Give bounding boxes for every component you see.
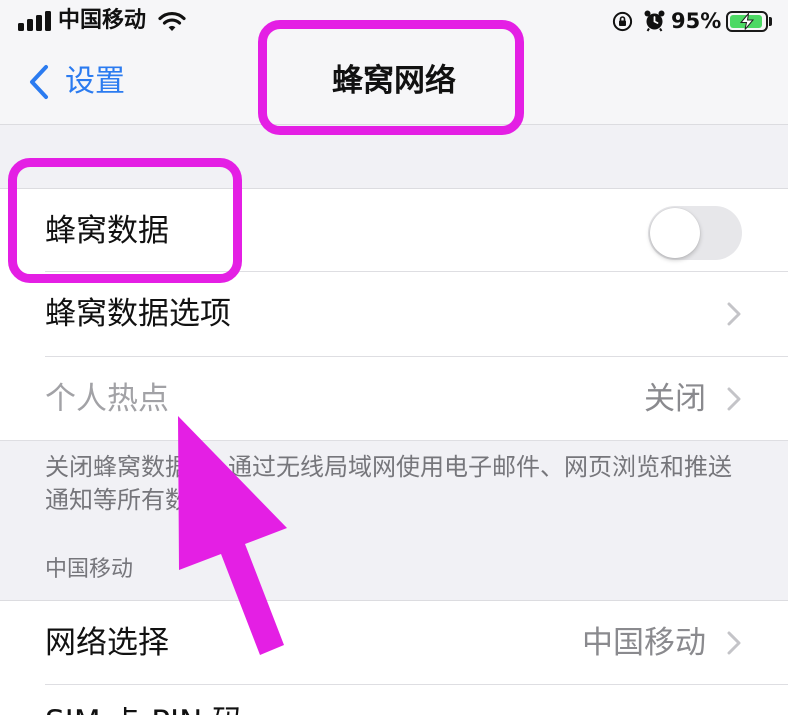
- cellular-signal-icon: [18, 11, 51, 31]
- sim-pin-row[interactable]: SIM 卡 PIN 码: [0, 685, 788, 715]
- chevron-right-icon: [727, 302, 741, 326]
- chevron-right-icon: [727, 387, 741, 411]
- row-value: 关闭: [644, 381, 706, 417]
- back-button-label: 设置: [65, 64, 125, 99]
- row-label: 个人热点: [45, 381, 169, 417]
- toggle-knob: [650, 208, 700, 258]
- wifi-icon: [158, 11, 186, 31]
- group-footer-text: 通知等所有数: [45, 486, 189, 514]
- highlight-box-cellular-data: [8, 158, 242, 283]
- section-header: 中国移动: [45, 557, 134, 582]
- charging-bolt-icon: [739, 13, 755, 30]
- row-label: 网络选择: [45, 625, 169, 661]
- back-button[interactable]: 设置: [28, 62, 125, 102]
- group-footer-text: 通过无线局域网使用电子邮件、网页浏览和推送: [228, 453, 732, 481]
- row-label: SIM 卡 PIN 码: [45, 707, 243, 715]
- cellular-data-options-row[interactable]: 蜂窝数据选项: [0, 272, 788, 357]
- highlight-box-title: [258, 20, 524, 135]
- rotation-lock-icon: [612, 11, 633, 32]
- battery-percentage: 95%: [671, 9, 722, 33]
- signal-bar: [36, 15, 42, 31]
- row-value: 中国移动: [582, 625, 706, 661]
- cellular-data-toggle[interactable]: [648, 206, 742, 260]
- chevron-right-icon: [727, 631, 741, 655]
- battery-cap: [769, 17, 772, 26]
- signal-bar: [45, 11, 51, 31]
- group-footer-text: 关闭蜂窝数据: [45, 453, 189, 481]
- personal-hotspot-row[interactable]: 个人热点 关闭: [0, 357, 788, 441]
- alarm-icon: [644, 10, 665, 32]
- chevron-left-icon: [30, 65, 48, 99]
- row-label: 蜂窝数据选项: [45, 296, 231, 332]
- cellular-settings-screen: 中国移动 95% 蜂窝网络 设置 蜂窝数据 蜂窝数据选项 个人热点 关闭 关闭蜂…: [0, 0, 788, 715]
- signal-bar: [27, 19, 33, 31]
- arrow-icon: [178, 416, 287, 655]
- battery-charging-icon: [726, 11, 772, 32]
- carrier-name: 中国移动: [58, 8, 147, 33]
- network-selection-row[interactable]: 网络选择 中国移动: [0, 600, 788, 685]
- signal-bar: [18, 23, 24, 31]
